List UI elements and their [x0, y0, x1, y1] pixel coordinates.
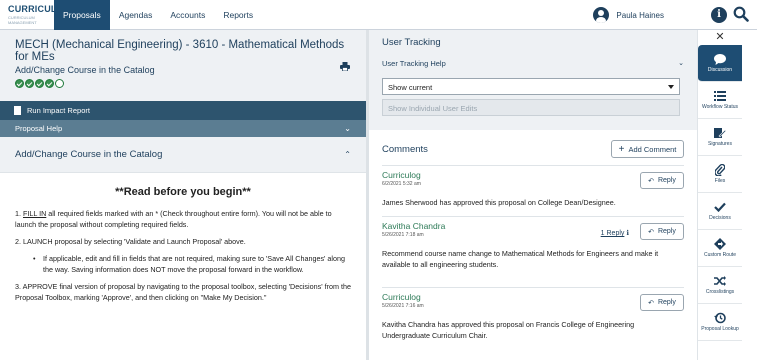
- shuffle-icon: [714, 276, 726, 287]
- route-icon: [714, 238, 726, 250]
- tool-signatures[interactable]: Signatures: [698, 119, 742, 156]
- instruction-bullet: If applicable, edit and fill in fields t…: [15, 253, 351, 275]
- curriculog-logo[interactable]: CURRICULOG CURRICULUM MANAGEMENT: [0, 0, 71, 30]
- chevron-down-icon: ⌄: [344, 124, 351, 133]
- reply-button[interactable]: ↶ Reply: [640, 294, 684, 311]
- chevron-down-icon: ⌄: [678, 60, 684, 67]
- page-scrollbar[interactable]: [742, 30, 757, 360]
- user-tracking-title: User Tracking: [382, 37, 441, 48]
- nav-reports[interactable]: Reports: [214, 0, 262, 30]
- progress-circles: [15, 79, 351, 88]
- proposal-header: MECH (Mechanical Engineering) - 3610 - M…: [0, 30, 366, 101]
- instruction-step-2: 2. LAUNCH proposal by selecting 'Validat…: [15, 237, 246, 246]
- reply-icon: ↶: [648, 228, 654, 236]
- progress-step-complete: [45, 79, 54, 88]
- signature-icon: [714, 127, 726, 139]
- top-navbar: CURRICULOG CURRICULUM MANAGEMENT Proposa…: [0, 0, 757, 30]
- comments-section: Comments + Add Comment Curriculog 6/2/20…: [369, 130, 697, 357]
- tool-workflow-status[interactable]: Workflow Status: [698, 82, 742, 119]
- reply-button[interactable]: ↶ Reply: [640, 172, 684, 189]
- instruction-step-1: 1. FILL IN all required fields marked wi…: [15, 209, 332, 229]
- comment-text: James Sherwood has approved this proposa…: [382, 198, 616, 207]
- instructions-heading: **Read before you begin**: [115, 186, 251, 198]
- comment-time: 5/26/2021 7:16 am: [382, 303, 424, 309]
- reply-count-link[interactable]: 1 Reply ℹ: [601, 229, 629, 237]
- user-tracking-help[interactable]: User Tracking Help ⌄: [382, 59, 684, 68]
- proposal-subtitle: Add/Change Course in the Catalog: [15, 65, 155, 75]
- comment-author: Curriculog: [382, 292, 421, 302]
- discussion-pane: User Tracking User Tracking Help ⌄ Show …: [369, 30, 697, 360]
- comment-item: Curriculog 6/2/2021 5:32 am James Sherwo…: [382, 165, 684, 216]
- proposal-help-toggle[interactable]: Proposal Help ⌄: [0, 120, 366, 137]
- individual-edits-select: Show Individual User Edits: [382, 99, 680, 116]
- nav-agendas[interactable]: Agendas: [110, 0, 162, 30]
- proposal-form-pane: MECH (Mechanical Engineering) - 3610 - M…: [0, 30, 366, 360]
- document-icon: [14, 106, 21, 115]
- nav-accounts[interactable]: Accounts: [161, 0, 214, 30]
- paperclip-icon: [715, 164, 725, 176]
- comment-item: Curriculog 5/26/2021 7:16 am Kavitha Cha…: [382, 287, 684, 357]
- history-icon: [714, 312, 726, 324]
- progress-step-complete: [15, 79, 24, 88]
- tool-files[interactable]: Files: [698, 156, 742, 193]
- add-comment-button[interactable]: + Add Comment: [611, 140, 684, 158]
- close-icon[interactable]: ✕: [698, 30, 742, 45]
- comment-text: Kavitha Chandra has approved this propos…: [382, 320, 635, 340]
- comment-item: Kavitha Chandra 5/26/2021 7:18 am Recomm…: [382, 216, 684, 287]
- reply-icon: ↶: [648, 177, 654, 185]
- comment-author: Curriculog: [382, 170, 421, 180]
- check-icon: [714, 202, 726, 213]
- reply-icon: ↶: [648, 299, 654, 307]
- progress-step-complete: [25, 79, 34, 88]
- progress-step-complete: [35, 79, 44, 88]
- user-name: Paula Haines: [616, 10, 664, 20]
- print-icon[interactable]: [340, 62, 350, 71]
- section-header[interactable]: Add/Change Course in the Catalog ⌃: [0, 137, 366, 173]
- tool-proposal-lookup[interactable]: Proposal Lookup: [698, 304, 742, 341]
- comment-text: Recommend course name change to Mathemat…: [382, 249, 659, 269]
- instructions: **Read before you begin** 1. FILL IN all…: [0, 173, 366, 303]
- list-icon: [714, 91, 726, 102]
- tool-crosslistings[interactable]: Crosslistings: [698, 267, 742, 304]
- proposal-title: MECH (Mechanical Engineering) - 3610 - M…: [15, 39, 345, 63]
- nav-proposals[interactable]: Proposals: [54, 0, 110, 30]
- info-icon[interactable]: i: [711, 7, 727, 23]
- comment-time: 6/2/2021 5:32 am: [382, 181, 421, 187]
- tool-decisions[interactable]: Decisions: [698, 193, 742, 230]
- chat-icon: [714, 53, 726, 65]
- dropdown-arrow-icon: [668, 85, 674, 89]
- search-icon[interactable]: [733, 6, 749, 22]
- comments-header: Comments + Add Comment: [382, 139, 684, 159]
- comment-author: Kavitha Chandra: [382, 221, 446, 231]
- proposal-toolbox: ✕ Discussion Workflow Status Signatures …: [697, 30, 742, 360]
- tool-custom-route[interactable]: Custom Route: [698, 230, 742, 267]
- avatar-icon: [593, 7, 610, 23]
- comments-title: Comments: [382, 143, 428, 155]
- user-tracking-select[interactable]: Show current: [382, 78, 680, 95]
- comment-time: 5/26/2021 7:18 am: [382, 232, 424, 238]
- user-tracking: User Tracking User Tracking Help ⌄ Show …: [369, 30, 697, 130]
- tool-discussion[interactable]: Discussion: [698, 45, 742, 82]
- progress-step-pending: [55, 79, 64, 88]
- reply-button[interactable]: ↶ Reply: [640, 223, 684, 240]
- user-menu[interactable]: Paula Haines: [593, 7, 664, 23]
- plus-icon: +: [618, 143, 625, 155]
- run-impact-report-button[interactable]: Run Impact Report: [0, 101, 366, 120]
- chevron-up-icon: ⌃: [344, 150, 351, 159]
- main-nav: Proposals Agendas Accounts Reports: [54, 0, 262, 30]
- instruction-step-3: 3. APPROVE final version of proposal by …: [15, 282, 351, 302]
